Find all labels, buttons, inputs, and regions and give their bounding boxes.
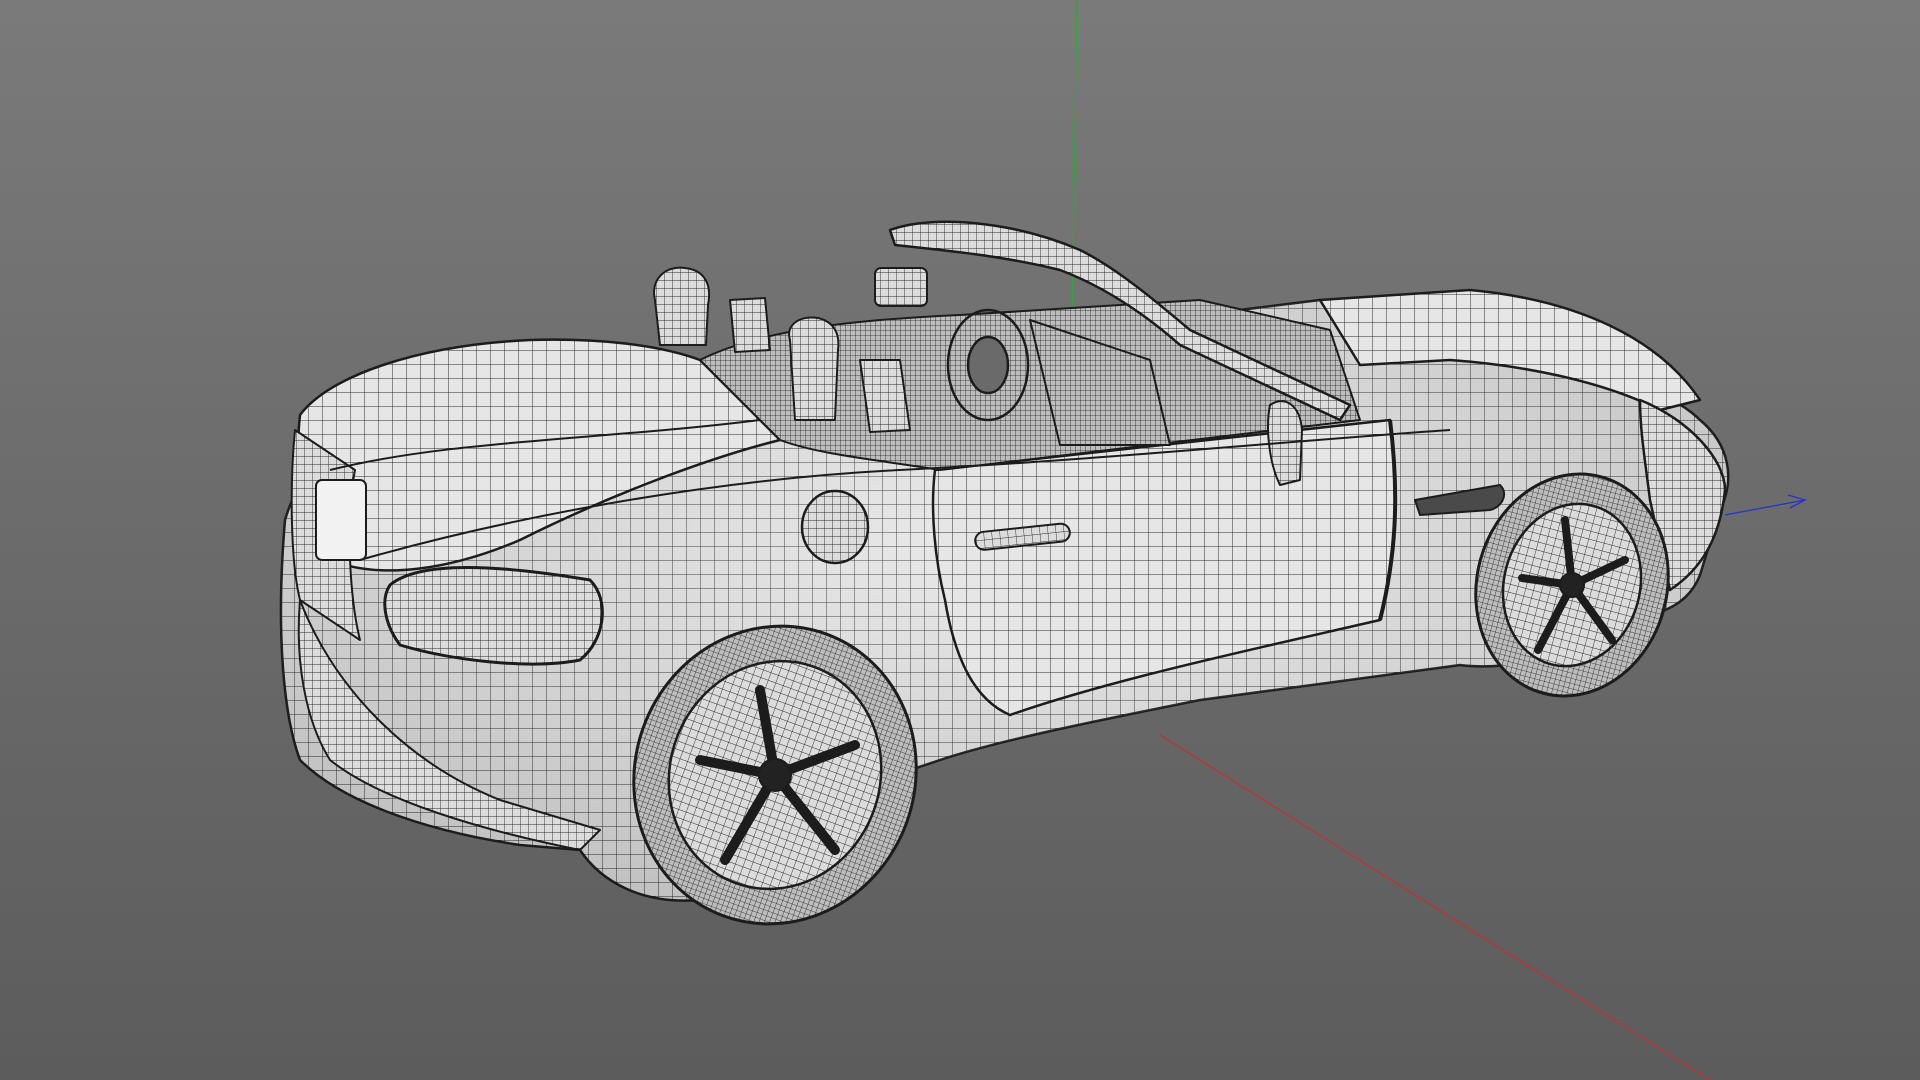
3d-viewport[interactable] xyxy=(0,0,1920,1080)
car-tail-light xyxy=(383,566,604,666)
z-axis xyxy=(1724,494,1807,516)
x-axis xyxy=(1159,734,1711,1080)
car-model xyxy=(279,220,1730,926)
car-fuel-cap xyxy=(800,489,870,565)
scene-canvas[interactable] xyxy=(0,0,1920,1080)
